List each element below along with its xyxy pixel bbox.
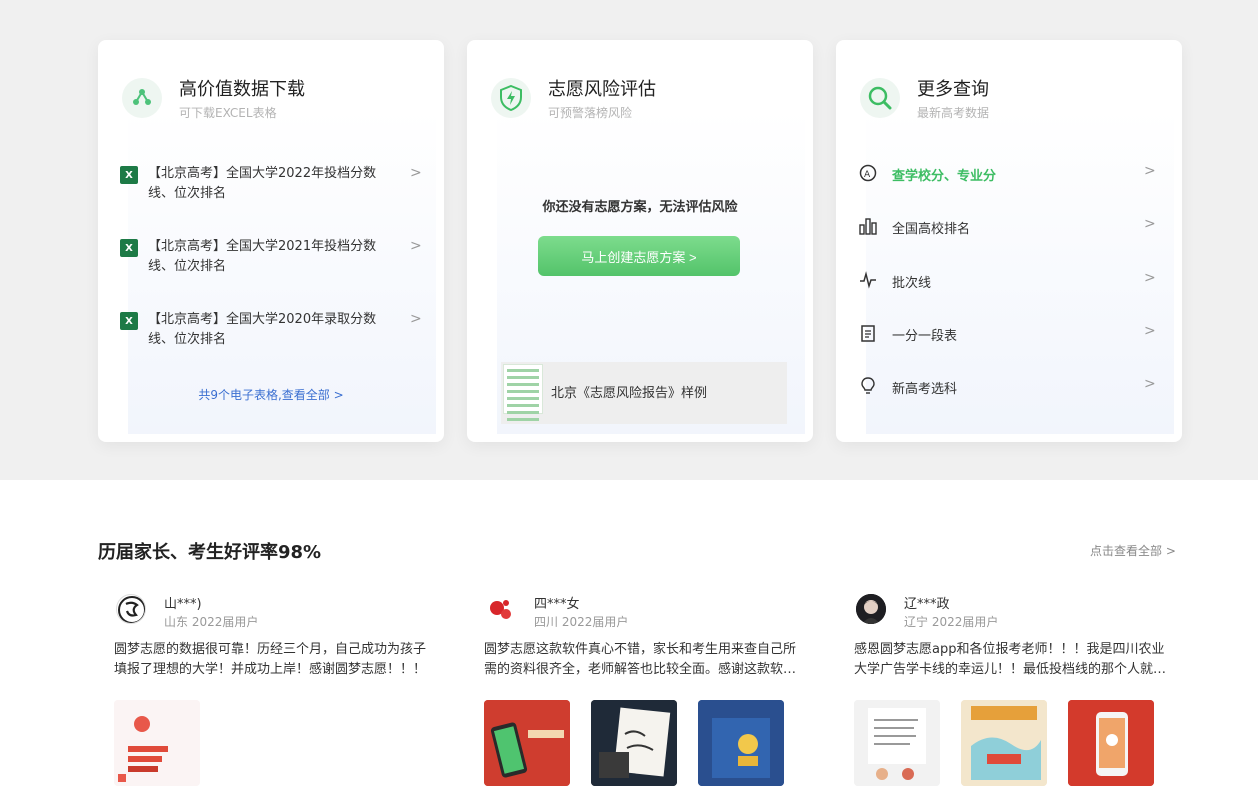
download-item-line2: 线、位次排名 xyxy=(148,186,227,201)
avatar xyxy=(116,594,146,624)
view-all-spreadsheets-link[interactable]: 共9个电子表格,查看全部 > xyxy=(98,386,444,403)
reviewer-meta: 山东 2022届用户 xyxy=(164,615,259,629)
download-item-line1: 【北京高考】全国大学2022年投档分数 xyxy=(148,166,377,181)
download-item-line1: 【北京高考】全国大学2021年投档分数 xyxy=(148,239,377,254)
reviews-section-title: 历届家长、考生好评率98% xyxy=(98,542,322,563)
review-photo[interactable] xyxy=(854,700,940,786)
query-item-label: 新高考选科 xyxy=(892,382,958,397)
more-query-card: 更多查询 最新高考数据 A 查学校分、专业分 > 全国高校排名 > 批次线 > … xyxy=(836,40,1182,442)
query-item-subject-selection[interactable]: 新高考选科 > xyxy=(858,375,1158,399)
chevron-right-icon: > xyxy=(1144,323,1156,339)
chevron-right-icon: > xyxy=(1144,163,1156,179)
review-photo[interactable] xyxy=(1068,700,1154,786)
chevron-right-icon: > xyxy=(1144,216,1156,232)
no-plan-message: 你还没有志愿方案，无法评估风险 xyxy=(542,200,738,215)
query-item-score-table[interactable]: 一分一段表 > xyxy=(858,322,1158,346)
sample-report-label: 北京《志愿风险报告》样例 xyxy=(551,386,708,401)
query-item-label: 全国高校排名 xyxy=(892,222,971,237)
excel-icon: X xyxy=(120,312,138,330)
svg-text:A: A xyxy=(864,170,871,180)
reviewer-name: 辽***政 xyxy=(904,597,950,612)
excel-icon: X xyxy=(120,166,138,184)
data-download-card: 高价值数据下载 可下载EXCEL表格 X 【北京高考】全国大学2022年投档分数… xyxy=(98,40,444,442)
magnifier-icon xyxy=(860,78,900,118)
card-title: 志愿风险评估 xyxy=(548,79,656,100)
shield-bolt-icon xyxy=(491,78,531,118)
card-subtitle: 可下载EXCEL表格 xyxy=(179,106,277,120)
query-item-university-ranking[interactable]: 全国高校排名 > xyxy=(858,215,1158,239)
download-item-line2: 线、位次排名 xyxy=(148,332,227,347)
risk-assessment-card: 志愿风险评估 可预警落榜风险 你还没有志愿方案，无法评估风险 马上创建志愿方案 … xyxy=(467,40,813,442)
card-header: 高价值数据下载 可下载EXCEL表格 xyxy=(98,40,444,140)
card-header: 更多查询 最新高考数据 xyxy=(836,40,1182,140)
query-item-batch-line[interactable]: 批次线 > xyxy=(858,269,1158,293)
chevron-right-icon: > xyxy=(1144,376,1156,392)
chevron-right-icon: > xyxy=(410,165,422,181)
card-subtitle: 最新高考数据 xyxy=(917,106,990,120)
ranking-icon xyxy=(858,217,878,237)
reviewer-name: 山***) xyxy=(164,597,202,612)
sample-report-link[interactable]: 北京《志愿风险报告》样例 xyxy=(501,362,787,424)
reviewer-meta: 四川 2022届用户 xyxy=(534,615,629,629)
card-header: 志愿风险评估 可预警落榜风险 xyxy=(467,40,813,140)
review-text: 圆梦志愿的数据很可靠！历经三个月，自己成功为孩子填报了理想的大学！并成功上岸！感… xyxy=(114,642,427,677)
review-photo[interactable] xyxy=(961,700,1047,786)
avatar xyxy=(486,594,516,624)
review-text: 圆梦志愿这款软件真心不错，家长和考生用来查自己所需的资料很齐全，老师解答也比较全… xyxy=(484,642,797,677)
card-title: 更多查询 xyxy=(917,79,989,100)
clipboard-icon xyxy=(858,324,878,344)
card-subtitle: 可预警落榜风险 xyxy=(548,106,633,120)
create-plan-button[interactable]: 马上创建志愿方案 > xyxy=(538,236,740,276)
query-item-label: 查学校分、专业分 xyxy=(892,169,997,184)
line-chart-icon xyxy=(858,271,878,291)
report-thumbnail xyxy=(503,364,543,421)
query-item-school-score[interactable]: A 查学校分、专业分 > xyxy=(858,162,1158,186)
avatar xyxy=(856,594,886,624)
download-item[interactable]: X 【北京高考】全国大学2022年投档分数 线、位次排名 > xyxy=(120,164,422,208)
reviewer-name: 四***女 xyxy=(534,597,580,612)
query-item-label: 一分一段表 xyxy=(892,329,958,344)
review-card[interactable]: 四***女 四川 2022届用户 圆梦志愿这款软件真心不错，家长和考生用来查自己… xyxy=(468,588,798,798)
download-item[interactable]: X 【北京高考】全国大学2021年投档分数 线、位次排名 > xyxy=(120,237,422,281)
review-photo[interactable] xyxy=(591,700,677,786)
chevron-right-icon: > xyxy=(410,238,422,254)
review-photo[interactable] xyxy=(114,700,200,786)
school-score-icon: A xyxy=(858,164,878,184)
chevron-right-icon: > xyxy=(410,311,422,327)
view-all-reviews-link[interactable]: 点击查看全部 > xyxy=(1090,542,1176,559)
lightbulb-icon xyxy=(858,377,878,397)
review-text: 感恩圆梦志愿app和各位报考老师！！！我是四川农业大学广告学卡线的幸运儿！！最低… xyxy=(854,642,1167,677)
download-item-line1: 【北京高考】全国大学2020年录取分数 xyxy=(148,312,377,327)
reviewer-meta: 辽宁 2022届用户 xyxy=(904,615,999,629)
download-item-line2: 线、位次排名 xyxy=(148,259,227,274)
review-photo[interactable] xyxy=(484,700,570,786)
review-card[interactable]: 辽***政 辽宁 2022届用户 感恩圆梦志愿app和各位报考老师！！！我是四川… xyxy=(838,588,1168,798)
query-item-label: 批次线 xyxy=(892,276,932,291)
review-card[interactable]: 山***) 山东 2022届用户 圆梦志愿的数据很可靠！历经三个月，自己成功为孩… xyxy=(98,588,428,798)
card-title: 高价值数据下载 xyxy=(179,79,305,100)
download-item[interactable]: X 【北京高考】全国大学2020年录取分数 线、位次排名 > xyxy=(120,310,422,354)
share-nodes-icon xyxy=(122,78,162,118)
chevron-right-icon: > xyxy=(1144,270,1156,286)
excel-icon: X xyxy=(120,239,138,257)
review-photo[interactable] xyxy=(698,700,784,786)
